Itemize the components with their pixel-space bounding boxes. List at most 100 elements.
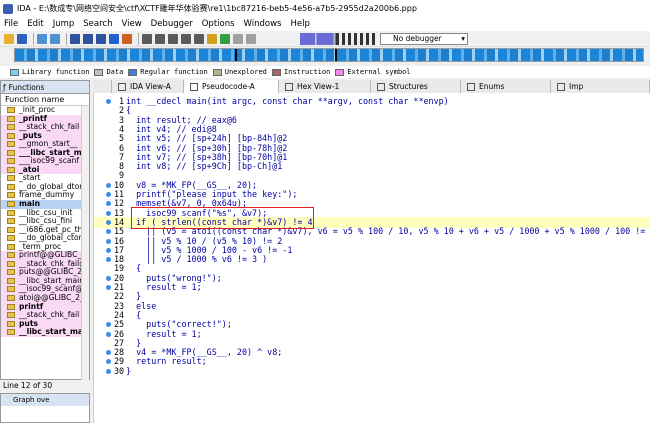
breakpoint-marker-icon[interactable] (106, 322, 111, 328)
code-icon[interactable] (142, 33, 152, 44)
search-text-icon[interactable] (83, 33, 93, 44)
stop-icon[interactable] (246, 33, 256, 44)
function-icon (7, 243, 15, 250)
function-icon (7, 201, 15, 208)
save-icon[interactable] (17, 33, 27, 44)
function-list-item[interactable]: _term_proc (1, 243, 89, 252)
breakpoint-marker-icon[interactable] (106, 257, 111, 263)
breakpoint-marker-icon[interactable] (106, 229, 111, 235)
function-list-item[interactable]: printf@@GLIBC_2_0 (1, 251, 89, 260)
function-list-item[interactable]: printf (1, 302, 89, 312)
menu-search[interactable]: Search (83, 19, 112, 29)
pause-icon[interactable] (233, 33, 243, 44)
function-list-item[interactable]: __libc_start_main@@ (1, 276, 89, 286)
breakpoint-marker-icon[interactable] (106, 182, 111, 188)
function-list-item[interactable]: _init_proc (1, 106, 89, 115)
function-list-item[interactable]: _start (1, 174, 89, 183)
search-binary-icon[interactable] (96, 33, 106, 44)
function-icon (7, 226, 15, 233)
breakpoint-marker-icon[interactable] (106, 238, 111, 244)
function-name: _start (19, 174, 41, 183)
menu-view[interactable]: View (121, 19, 141, 29)
tab-enums[interactable]: Enums (461, 80, 551, 93)
breakpoint-marker-icon[interactable] (106, 201, 111, 207)
play-icon[interactable] (220, 33, 230, 44)
color-legend: Library function Data Regular function U… (0, 66, 650, 78)
back-arrow-icon[interactable] (37, 33, 47, 44)
breakpoint-marker-icon[interactable] (106, 368, 111, 374)
function-list-item[interactable]: __i686.get_pc_thunk (1, 226, 89, 235)
forward-arrow-icon[interactable] (50, 33, 60, 44)
edit-icon[interactable] (122, 33, 132, 44)
overview-navigator[interactable] (14, 48, 644, 62)
function-list-item[interactable]: puts@@GLIBC_2_0 (1, 268, 89, 277)
pseudocode-view[interactable]: 1 int __cdecl main(int argc, const char *… (93, 93, 650, 423)
function-list-item[interactable]: _atoi (1, 165, 89, 175)
tab-imports[interactable]: Imp (551, 80, 650, 93)
function-name-column-header[interactable]: Function name (1, 94, 89, 106)
function-list-item[interactable]: puts (1, 319, 89, 329)
breakpoint-marker-icon[interactable] (106, 219, 111, 225)
function-icon (7, 192, 15, 199)
function-list-item[interactable]: atoi@@GLIBC_2_0 (1, 294, 89, 303)
function-list-item[interactable]: __libc_csu_init (1, 209, 89, 218)
array-icon[interactable] (181, 33, 191, 44)
tab-hex-view[interactable]: Hex View-1 (279, 80, 371, 93)
function-list-item[interactable]: main (1, 200, 89, 209)
function-list-item[interactable]: __do_global_dtors_a (1, 183, 89, 192)
menu-debugger[interactable]: Debugger (151, 19, 193, 29)
tab-blank[interactable] (93, 80, 112, 93)
breakpoint-marker-icon[interactable] (106, 350, 111, 356)
function-list-item[interactable]: ___libc_start_main (1, 148, 89, 158)
breakpoint-marker-icon[interactable] (106, 99, 111, 104)
tab-structures[interactable]: Structures (371, 80, 461, 93)
function-list-item[interactable]: frame_dummy (1, 191, 89, 200)
function-list-item[interactable]: __libc_start_main (1, 328, 89, 337)
tab-label: Pseudocode-A (202, 82, 255, 91)
function-list-item[interactable]: __stack_chk_fail (1, 311, 89, 320)
menu-jump[interactable]: Jump (53, 19, 75, 29)
breakpoint-marker-icon[interactable] (106, 285, 111, 290)
functions-panel-header: ƒ Functions (1, 81, 89, 94)
function-list-item[interactable]: __isoc99_scanf@@GI (1, 285, 89, 295)
breakpoint-marker-icon[interactable] (106, 210, 111, 216)
code-line[interactable]: 30} (94, 366, 650, 377)
function-icon (7, 183, 15, 190)
breakpoint-marker-icon[interactable] (106, 359, 111, 365)
menu-edit[interactable]: Edit (27, 19, 43, 29)
function-list-item[interactable]: _puts (1, 131, 89, 141)
struct-icon[interactable] (207, 33, 217, 44)
breakpoint-marker-icon[interactable] (106, 275, 111, 281)
function-name: __do_global_dtors_a (19, 182, 89, 191)
data-icon[interactable] (155, 33, 165, 44)
functions-scrollbar[interactable] (81, 106, 89, 381)
function-name: __libc_start_main@@ (19, 276, 89, 285)
pseudocode-icon (190, 82, 198, 91)
menu-help[interactable]: Help (290, 19, 309, 29)
breakpoint-marker-icon[interactable] (106, 192, 111, 197)
menu-file[interactable]: File (4, 19, 18, 29)
menu-options[interactable]: Options (202, 19, 235, 29)
function-name: __do_global_ctors_a (19, 234, 89, 243)
navigation-band-segment[interactable] (336, 33, 376, 45)
breakpoint-marker-icon[interactable] (106, 331, 111, 337)
function-list-item[interactable]: __stack_chk_fail@@G (1, 259, 89, 269)
binoculars-icon[interactable] (70, 33, 80, 44)
breakpoint-marker-icon[interactable] (106, 247, 111, 253)
tab-ida-view[interactable]: IDA View-A (112, 80, 184, 93)
function-list-item[interactable]: _printf (1, 114, 89, 124)
debugger-select[interactable]: No debugger ▾ (380, 33, 468, 45)
string-icon[interactable] (168, 33, 178, 44)
function-list[interactable]: _init_proc _printf __stack_chk_fail _puts __… (1, 106, 89, 380)
function-list-item[interactable]: ___isoc99_scanf (1, 157, 89, 166)
undefine-icon[interactable] (194, 33, 204, 44)
menu-windows[interactable]: Windows (244, 19, 282, 29)
function-icon (7, 235, 15, 242)
function-list-item[interactable]: __gmon_start__ (1, 140, 89, 149)
jump-icon[interactable] (109, 33, 119, 44)
open-icon[interactable] (4, 33, 14, 44)
function-list-item[interactable]: __stack_chk_fail (1, 123, 89, 132)
tab-pseudocode[interactable]: Pseudocode-A (184, 80, 279, 93)
function-list-item[interactable]: __libc_csu_fini (1, 217, 89, 226)
function-list-item[interactable]: __do_global_ctors_a (1, 234, 89, 243)
